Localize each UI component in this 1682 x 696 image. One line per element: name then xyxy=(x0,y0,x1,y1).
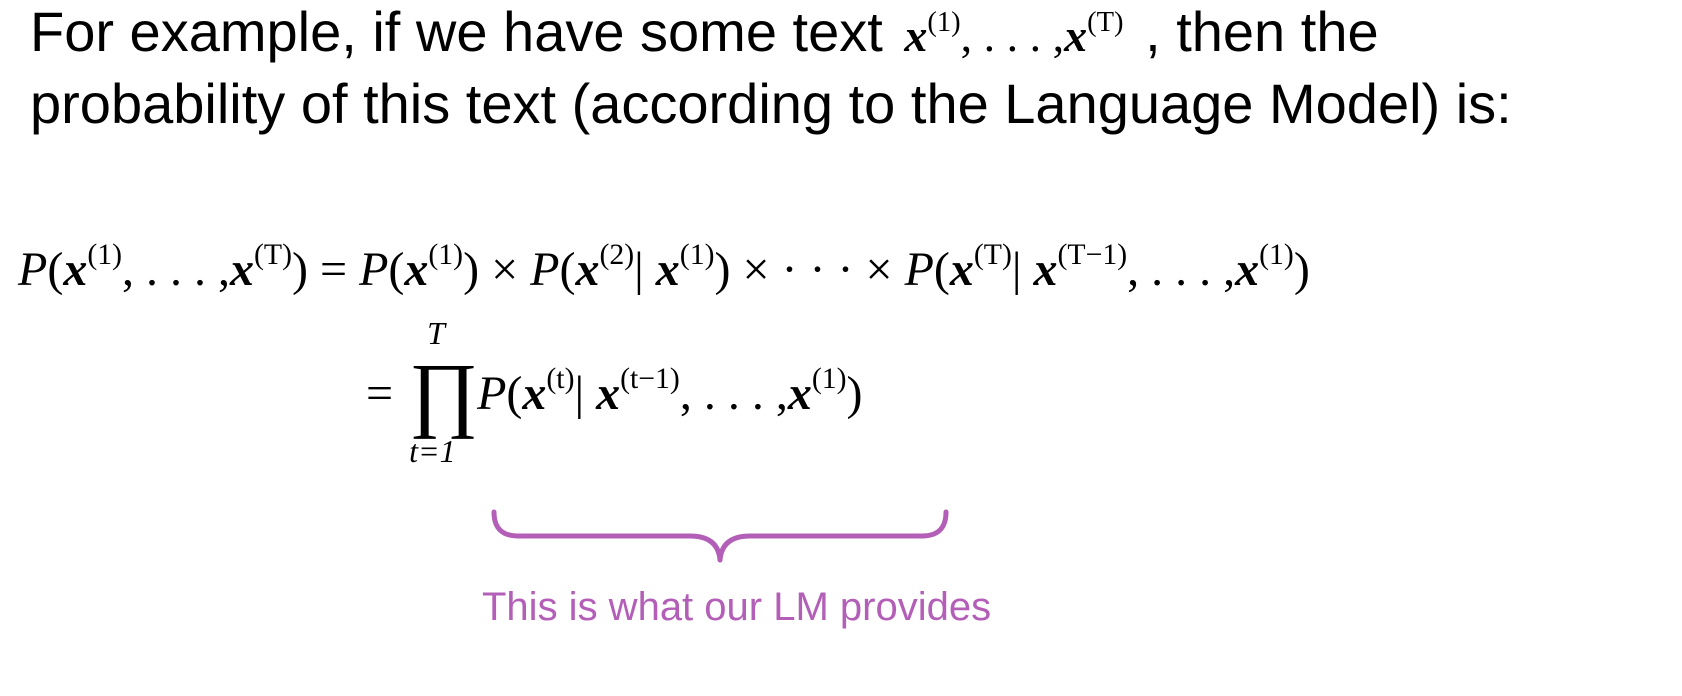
underbrace-icon xyxy=(491,509,949,563)
intro-text-line-2: probability of this text (according to t… xyxy=(30,72,1512,135)
intro-text-before: For example, if we have some text xyxy=(30,0,883,63)
intro-text-after: , then the xyxy=(1145,0,1379,63)
product-operator: T ∏ t=1 xyxy=(409,316,478,468)
product-equation: = T ∏ t=1 P(x(t)| x(t−1), . . . ,x(1)) xyxy=(366,314,863,469)
chain-rule-equation: P(x(1), . . . ,x(T)) = P(x(1)) × P(x(2)|… xyxy=(18,238,1310,296)
lm-annotation: This is what our LM provides xyxy=(482,585,992,629)
product-lower-limit: t=1 xyxy=(409,432,456,469)
intro-text-line-1: For example, if we have some text x(1), … xyxy=(30,0,1379,68)
inline-sequence-math: x(1), . . . ,x(T) xyxy=(904,7,1124,61)
product-upper-limit: T xyxy=(427,314,445,351)
product-symbol: ∏ xyxy=(409,346,479,440)
